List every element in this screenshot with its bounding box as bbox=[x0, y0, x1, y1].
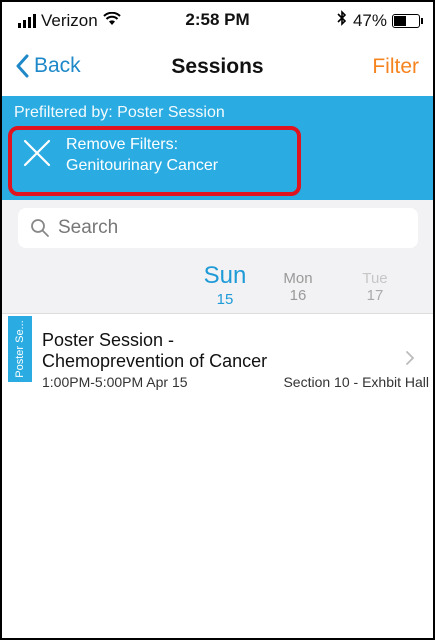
session-type-tag: Poster Se... bbox=[8, 316, 32, 382]
session-title: Poster Session - Chemoprevention of Canc… bbox=[42, 330, 382, 372]
search-icon bbox=[30, 218, 50, 238]
close-icon bbox=[22, 138, 52, 173]
day-tab-mon[interactable]: Mon 16 bbox=[274, 270, 322, 304]
session-type-label: Poster Se... bbox=[14, 320, 26, 378]
battery-tip bbox=[421, 17, 423, 24]
battery-percent: 47% bbox=[352, 10, 387, 30]
day-number: 17 bbox=[366, 287, 384, 304]
day-name: Tue bbox=[362, 270, 388, 287]
session-list-item[interactable]: Poster Se... Poster Session - Chemopreve… bbox=[0, 316, 435, 390]
chevron-right-icon bbox=[405, 350, 415, 371]
session-title-line1: Poster Session - bbox=[42, 330, 175, 350]
session-location: Section 10 - Exhbit Hall bbox=[283, 374, 429, 390]
status-bar: Verizon 2:58 PM 47% bbox=[0, 0, 435, 40]
filter-button[interactable]: Filter bbox=[372, 55, 419, 79]
remove-filters-title: Remove Filters: bbox=[66, 136, 179, 153]
page-title: Sessions bbox=[171, 55, 264, 78]
session-title-line2: Chemoprevention of Cancer bbox=[42, 351, 268, 371]
filter-banner: Prefiltered by: Poster Session Remove Fi… bbox=[0, 96, 435, 200]
day-number: 15 bbox=[216, 291, 234, 308]
search-box[interactable] bbox=[18, 208, 418, 248]
remove-filters-label: Remove Filters: Genitourinary Cancer bbox=[66, 134, 218, 176]
remove-filters-button[interactable]: Remove Filters: Genitourinary Cancer bbox=[0, 126, 435, 196]
prefilter-text: Prefiltered by: Poster Session bbox=[14, 104, 225, 121]
session-time: 1:00PM-5:00PM Apr 15 bbox=[42, 374, 188, 390]
day-tab-sun[interactable]: Sun 15 bbox=[196, 262, 254, 308]
bluetooth-icon bbox=[337, 10, 347, 31]
day-number: 16 bbox=[289, 287, 307, 304]
navigation-bar: Back Sessions Filter bbox=[0, 40, 435, 96]
day-name: Mon bbox=[283, 270, 313, 287]
day-tab-tue[interactable]: Tue 17 bbox=[354, 270, 396, 304]
battery-level bbox=[394, 15, 407, 26]
day-name: Sun bbox=[203, 262, 247, 289]
status-right: 47% bbox=[337, 10, 423, 31]
search-input[interactable] bbox=[58, 217, 398, 239]
battery-icon bbox=[392, 13, 420, 28]
day-selector: Sun 15 Mon 16 Tue 17 bbox=[0, 258, 435, 314]
search-area bbox=[0, 200, 435, 258]
active-filter-value: Genitourinary Cancer bbox=[66, 157, 219, 174]
